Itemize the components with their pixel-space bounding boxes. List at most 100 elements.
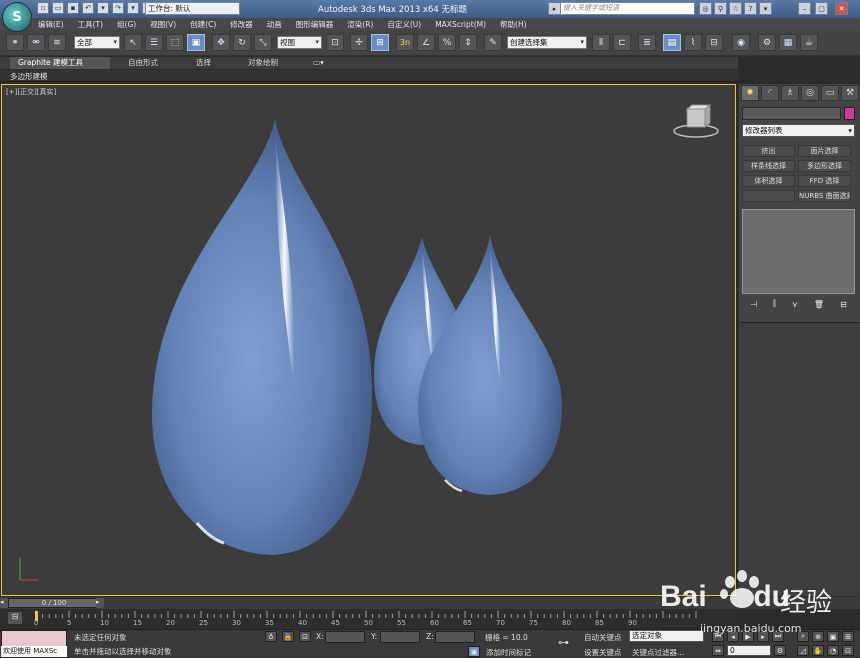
maxscript-mini-listener[interactable]: 欢迎使用 MAXSc <box>1 646 67 657</box>
menu-tools[interactable]: 工具(T) <box>78 19 103 30</box>
tab-graphite-modeling[interactable]: Graphite 建模工具 <box>10 57 110 69</box>
undo-dropdown-icon[interactable]: ▾ <box>97 2 109 14</box>
help-search-input[interactable]: 键入关键字或短语 <box>560 2 695 15</box>
menu-maxscript[interactable]: MAXScript(M) <box>435 20 486 29</box>
material-editor-icon[interactable]: ◉ <box>732 34 750 51</box>
binoculars-icon[interactable]: ◎ <box>699 2 712 15</box>
modifier-list-dropdown[interactable]: 修改器列表 <box>742 124 855 137</box>
mirror-icon[interactable]: ⫴ <box>592 34 610 51</box>
pin-stack-icon[interactable]: ⊣ <box>750 300 757 309</box>
menu-modifiers[interactable]: 修改器 <box>230 19 253 30</box>
minimize-icon[interactable]: – <box>798 2 811 15</box>
polygon-modeling-label[interactable]: 多边形建模 <box>10 71 48 82</box>
modifier-patch-select-button[interactable]: 面片选择 <box>798 145 851 157</box>
graphite-toggle-icon[interactable]: ▤ <box>663 34 681 51</box>
menu-help[interactable]: 帮助(H) <box>500 19 527 30</box>
modifier-volume-select-button[interactable]: 体积选择 <box>742 175 795 187</box>
modifier-spline-select-button[interactable]: 样条线选择 <box>742 160 795 172</box>
help-dropdown-icon[interactable]: ▾ <box>759 2 772 15</box>
percent-snap-icon[interactable]: % <box>438 34 456 51</box>
absolute-mode-icon[interactable]: ⊡ <box>299 631 311 642</box>
menu-graph-editors[interactable]: 图形编辑器 <box>296 19 334 30</box>
bind-space-warp-icon[interactable]: ≋ <box>48 34 66 51</box>
rendered-frame-window-icon[interactable]: ▦ <box>779 34 797 51</box>
modifier-ffd-select-button[interactable]: FFD 选择 <box>798 175 851 187</box>
tab-object-paint[interactable]: 对象绘制 <box>240 57 286 69</box>
modifier-empty-button[interactable] <box>742 190 795 202</box>
close-icon[interactable]: ✕ <box>835 2 848 15</box>
restore-icon[interactable]: ▢ <box>815 2 828 15</box>
perspective-viewport[interactable]: [+][正交][真实] <box>1 84 736 596</box>
auto-key-button[interactable]: 自动关键点 <box>584 632 622 643</box>
configure-sets-icon[interactable]: ⊟ <box>840 300 847 309</box>
time-tag-icon[interactable]: ▣ <box>468 646 480 657</box>
undo-icon[interactable]: ↶ <box>82 2 94 14</box>
menu-customize[interactable]: 自定义(U) <box>387 19 421 30</box>
x-coordinate-field[interactable] <box>325 631 365 643</box>
motion-tab-icon[interactable]: ◎ <box>801 85 819 101</box>
set-key-mode-icon[interactable]: ⊶ <box>558 636 569 649</box>
water-drop-large[interactable] <box>152 120 372 555</box>
z-coordinate-field[interactable] <box>435 631 475 643</box>
modifier-nurbs-select-button[interactable]: NURBS 曲面选择 <box>798 190 851 202</box>
select-and-rotate-icon[interactable]: ↻ <box>233 34 251 51</box>
named-selection-dropdown[interactable]: 创建选择集 <box>507 36 587 49</box>
select-object-icon[interactable]: ↖ <box>124 34 142 51</box>
remove-modifier-icon[interactable]: 🗑 <box>814 300 824 309</box>
redo-icon[interactable]: ↷ <box>112 2 124 14</box>
menu-animation[interactable]: 动画 <box>267 19 282 30</box>
set-key-button[interactable]: 设置关键点 <box>584 647 622 658</box>
isolate-selection-icon[interactable]: ♁ <box>265 631 277 642</box>
select-and-move-icon[interactable]: ✥ <box>212 34 230 51</box>
pivot-center-icon[interactable]: ⊡ <box>326 34 344 51</box>
save-file-icon[interactable]: ▪ <box>67 2 79 14</box>
help-icon[interactable]: ? <box>744 2 757 15</box>
layer-manager-icon[interactable]: ≣ <box>638 34 656 51</box>
time-prev-icon[interactable]: ◂ <box>0 598 8 608</box>
hierarchy-tab-icon[interactable]: ♗ <box>781 85 799 101</box>
utilities-tab-icon[interactable]: ⚒ <box>841 85 859 101</box>
modifier-extrude-button[interactable]: 挤出 <box>742 145 795 157</box>
add-time-tag-text[interactable]: 添加时间标记 <box>486 647 531 658</box>
water-drop-small[interactable] <box>418 235 562 495</box>
snaps-toggle-icon[interactable]: 3n <box>396 34 414 51</box>
time-next-icon[interactable]: ▸ <box>96 598 104 608</box>
star-icon[interactable]: ☆ <box>729 2 742 15</box>
select-manipulate-icon[interactable]: ✢ <box>350 34 368 51</box>
workspace-dropdown[interactable]: 工作台: 默认 <box>145 2 240 15</box>
align-icon[interactable]: ⊏ <box>613 34 631 51</box>
render-production-icon[interactable]: ☕ <box>800 34 818 51</box>
ribbon-options-icon[interactable]: ▭▾ <box>305 57 332 69</box>
object-color-swatch[interactable] <box>844 107 855 120</box>
spinner-snap-icon[interactable]: ⇕ <box>459 34 477 51</box>
tab-freeform[interactable]: 自由形式 <box>120 57 166 69</box>
tab-selection[interactable]: 选择 <box>188 57 219 69</box>
unlink-icon[interactable]: ⚮ <box>27 34 45 51</box>
key-icon[interactable]: ⚲ <box>714 2 727 15</box>
new-file-icon[interactable]: ▫ <box>37 2 49 14</box>
modify-tab-icon[interactable]: ◜ <box>761 85 779 101</box>
modifier-stack[interactable] <box>742 209 855 294</box>
selection-lock-icon[interactable]: 🔒 <box>282 631 294 642</box>
rectangular-selection-icon[interactable]: ⬚ <box>166 34 184 51</box>
object-name-field[interactable] <box>742 107 841 120</box>
edit-named-selection-icon[interactable]: ✎ <box>484 34 502 51</box>
mini-curve-editor-icon[interactable]: ⊟ <box>8 612 22 624</box>
viewcube-icon[interactable] <box>671 103 721 139</box>
time-slider-thumb[interactable]: 0 / 100 <box>8 598 100 608</box>
window-crossing-icon[interactable]: ▣ <box>187 34 205 51</box>
schematic-view-icon[interactable]: ⊟ <box>705 34 723 51</box>
selection-filter-dropdown[interactable]: 全部 <box>74 36 120 49</box>
select-by-name-icon[interactable]: ☰ <box>145 34 163 51</box>
show-end-result-icon[interactable]: ⫿ <box>773 299 776 309</box>
y-coordinate-field[interactable] <box>380 631 420 643</box>
curve-editor-icon[interactable]: ⌇ <box>684 34 702 51</box>
angle-snap-icon[interactable]: ∠ <box>417 34 435 51</box>
menu-group[interactable]: 组(G) <box>117 19 136 30</box>
menu-rendering[interactable]: 渲染(R) <box>347 19 373 30</box>
menu-create[interactable]: 创建(C) <box>190 19 216 30</box>
modifier-poly-select-button[interactable]: 多边形选择 <box>798 160 851 172</box>
keyboard-shortcut-override-icon[interactable]: ⊞ <box>371 34 389 51</box>
link-icon[interactable]: ⚭ <box>6 34 24 51</box>
make-unique-icon[interactable]: ⋎ <box>792 300 798 309</box>
